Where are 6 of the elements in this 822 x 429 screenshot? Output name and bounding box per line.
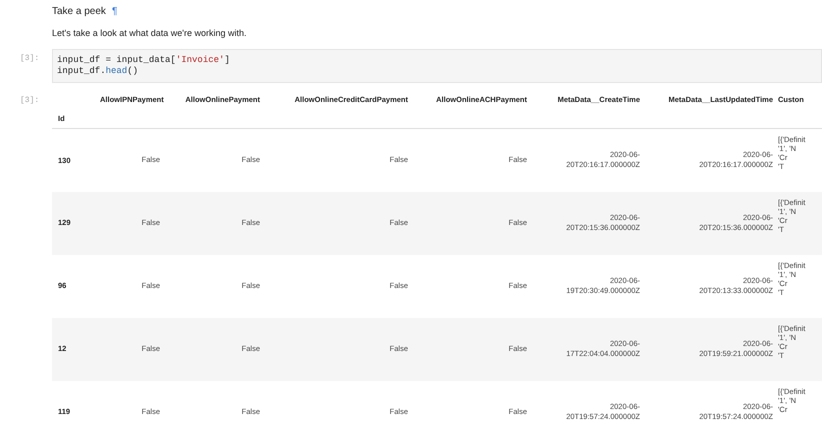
markdown-paragraph: Let's take a look at what data we're working with. [52,27,247,40]
cell-prompt: [3]: [19,94,40,106]
code-cell: input_df = input_data['Invoice'] input_df.head() [52,48,822,82]
markdown-heading: Take a peek [52,6,106,17]
cell-prompt: [3]: [19,52,40,64]
anchor-link[interactable]: ¶ [112,6,118,17]
